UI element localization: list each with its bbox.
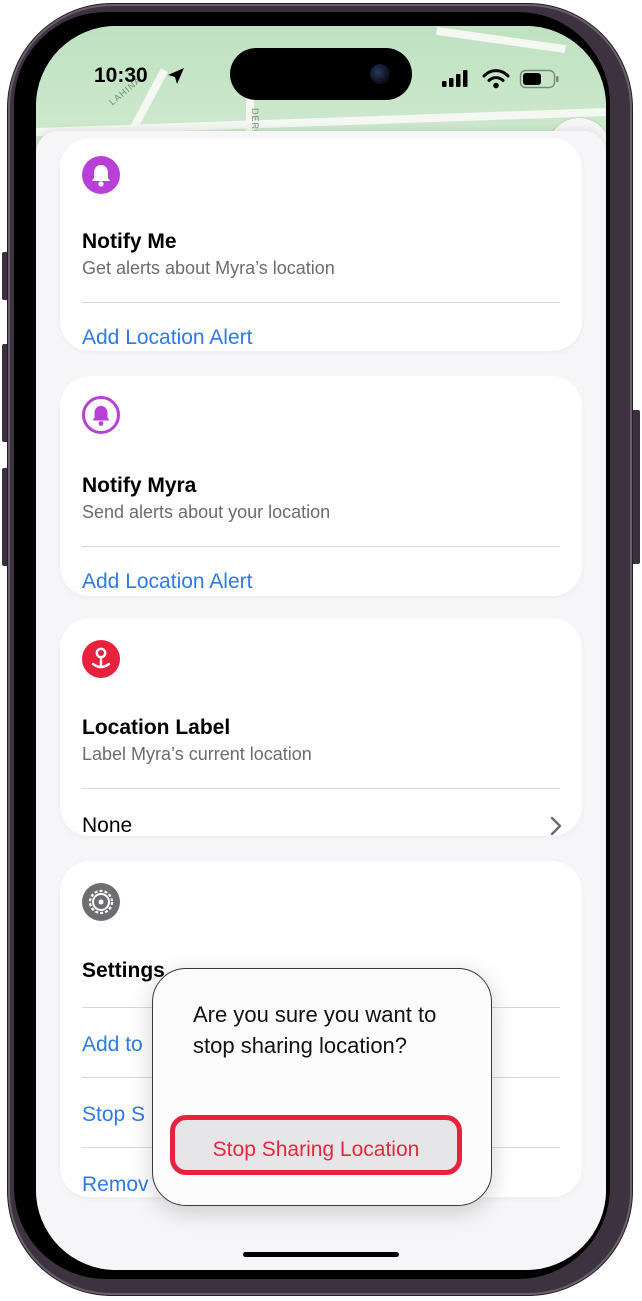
location-label-value[interactable]: None [82, 814, 132, 838]
camera-icon [370, 64, 390, 84]
wifi-icon [482, 69, 510, 89]
screen: LAHINA DERE Notify Me Get alerts about M… [36, 26, 606, 1270]
stop-sharing-location-button[interactable]: Stop Sharing Location [170, 1115, 462, 1175]
chevron-right-icon[interactable] [550, 816, 562, 836]
card-subtitle: Send alerts about your location [82, 502, 331, 522]
power-button [632, 410, 640, 564]
location-label-card: Location Label Label Myra’s current loca… [60, 618, 582, 838]
card-subtitle: Get alerts about Myra’s location [82, 258, 335, 278]
bell-outline-icon [82, 396, 120, 434]
battery-icon [519, 69, 559, 89]
location-pin-icon [82, 640, 120, 678]
settings-item-stop-sharing[interactable]: Stop S [82, 1103, 145, 1127]
divider [82, 546, 560, 547]
settings-item-add-to[interactable]: Add to [82, 1033, 143, 1057]
gear-icon [82, 883, 120, 921]
notify-myra-card: Notify Myra Send alerts about your locat… [60, 376, 582, 596]
status-icons [442, 69, 559, 89]
cellular-signal-icon [442, 70, 468, 87]
divider [82, 788, 560, 789]
home-indicator[interactable] [243, 1252, 399, 1257]
notify-me-card: Notify Me Get alerts about Myra’s locati… [60, 138, 582, 351]
add-location-alert-link[interactable]: Add Location Alert [82, 326, 252, 350]
confirmation-message: Are you sure you want to stop sharing lo… [193, 1002, 437, 1058]
card-title: Notify Me [82, 230, 177, 253]
card-title: Notify Myra [82, 474, 197, 497]
location-arrow-icon [168, 68, 184, 84]
card-title: Location Label [82, 716, 231, 739]
card-title: Settings [82, 959, 165, 982]
status-time: 10:30 [94, 64, 148, 87]
stop-sharing-confirmation-popover: Are you sure you want to stop sharing lo… [152, 968, 492, 1206]
dynamic-island [230, 48, 412, 100]
divider [82, 302, 560, 303]
settings-item-remove[interactable]: Remov [82, 1173, 149, 1197]
add-location-alert-link[interactable]: Add Location Alert [82, 570, 252, 594]
bell-icon [82, 156, 120, 194]
card-subtitle: Label Myra’s current location [82, 744, 312, 764]
